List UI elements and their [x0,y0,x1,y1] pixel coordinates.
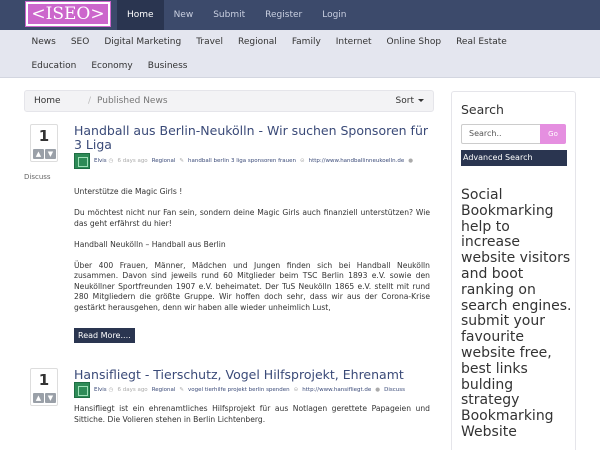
search-input[interactable]: Search.. [461,124,541,144]
category-news[interactable]: News [24,30,63,54]
post-category[interactable]: Regional [152,158,176,164]
category-family[interactable]: Family [284,30,328,54]
post-time: 6 days ago [117,387,148,393]
post-paragraph: Hansifliegt ist ein ehrenamtliches Hilfs… [74,404,430,424]
vote-buttons: ▲ ▼ [33,393,56,403]
discuss-link[interactable]: Discuss [24,173,51,181]
nav-register[interactable]: Register [255,0,312,30]
news-post: 1 ▲ ▼ Discuss Handball aus Berlin-Neuköl… [24,124,434,344]
tag-icon: ✎ [179,387,185,393]
category-travel[interactable]: Travel [189,30,231,54]
post-paragraph: Unterstütze die Magic Girls ! [74,187,183,196]
post-body: Hansifliegt ist ein ehrenamtliches Hilfs… [74,404,430,436]
post-paragraph: Handball Neukölln – Handball aus Berlin [74,239,226,249]
avatar[interactable] [74,382,90,398]
vote-buttons: ▲ ▼ [33,149,56,159]
category-economy[interactable]: Economy [84,54,140,78]
category-internet[interactable]: Internet [328,30,379,54]
link-icon: ⊝ [293,387,299,393]
breadcrumb-home[interactable]: Home [34,91,61,112]
post-paragraph: Du möchtest nicht nur Fan sein, sondern … [74,208,430,228]
top-nav: Home New Submit Register Login [117,0,357,30]
vote-count: 1 [38,371,50,389]
search-go-button[interactable]: Go [540,124,566,144]
tag-icon: ✎ [179,158,185,164]
post-link[interactable]: http://www.hansifliegt.de [302,387,371,393]
post-body: Unterstütze die Magic Girls ! Du möchtes… [74,187,430,324]
post-user[interactable]: Elvis [94,387,107,393]
post-category[interactable]: Regional [152,387,176,393]
nav-login[interactable]: Login [312,0,356,30]
sort-label: Sort [395,96,414,106]
news-post: 1 ▲ ▼ Hansifliegt - Tierschutz, Vogel Hi… [24,368,434,450]
post-time: 6 days ago [117,158,148,164]
link-icon: ⊝ [300,158,305,164]
category-online-shop[interactable]: Online Shop [379,30,449,54]
post-meta: Elvis ◷ 6 days ago Regional ✎ handball b… [74,153,415,169]
nav-new[interactable]: New [164,0,204,30]
read-more-button[interactable]: Read More.... [74,328,135,343]
post-title[interactable]: Handball aus Berlin-Neukölln - Wir suche… [74,124,434,152]
sidebar-blurb: Social Bookmarking help to increase webs… [461,187,572,440]
category-education[interactable]: Education [24,54,84,78]
avatar[interactable] [74,153,90,169]
site-logo[interactable]: <ISEO> [25,1,111,27]
thumbs-down-icon[interactable]: ▼ [45,393,56,403]
post-paragraph: Über 400 Frauen, Männer, Mädchen und Jun… [74,260,430,312]
sidebar: Search Search.. Go Advanced Search Socia… [451,91,576,450]
category-regional[interactable]: Regional [230,30,284,54]
comment-icon: ● [375,387,381,393]
thumbs-down-icon[interactable]: ▼ [45,149,56,159]
category-business[interactable]: Business [140,54,195,78]
post-link[interactable]: http://www.handballinneukoelln.de [309,158,405,164]
category-real-estate[interactable]: Real Estate [449,30,515,54]
vote-count: 1 [38,127,50,145]
post-user[interactable]: Elvis [94,158,107,164]
thumbs-up-icon[interactable]: ▲ [33,393,44,403]
sort-dropdown[interactable]: Sort [396,91,424,112]
comment-icon: ● [408,158,414,164]
post-tags[interactable]: handball berlin 3 liga sponsoren frauen [188,158,296,164]
nav-home[interactable]: Home [117,0,164,30]
sidebar-title: Search [461,102,504,117]
category-bar: News SEO Digital Marketing Travel Region… [0,30,600,78]
logo-text: <ISEO> [31,4,105,24]
category-row-1: News SEO Digital Marketing Travel Region… [24,30,514,54]
caret-down-icon [418,99,424,102]
category-row-2: Education Economy Business [24,54,195,78]
clock-icon: ◷ [108,387,114,393]
clock-icon: ◷ [108,158,114,164]
post-tags[interactable]: vogel tierhilfe projekt berlin spenden [188,387,290,393]
category-seo[interactable]: SEO [63,30,96,54]
top-navbar: <ISEO> Home New Submit Register Login [0,0,600,30]
category-digital-marketing[interactable]: Digital Marketing [97,30,189,54]
post-meta: Elvis ◷ 6 days ago Regional ✎ vogel tier… [74,382,407,398]
breadcrumb: Home / Published News Sort [24,90,434,112]
advanced-search-link[interactable]: Advanced Search [461,150,567,166]
breadcrumb-current: Published News [97,96,168,106]
discuss-link[interactable]: Discuss [384,387,405,393]
nav-submit[interactable]: Submit [203,0,255,30]
vote-box: 1 ▲ ▼ [30,124,58,162]
thumbs-up-icon[interactable]: ▲ [33,149,44,159]
breadcrumb-separator: / [88,96,92,106]
vote-box: 1 ▲ ▼ [30,368,58,406]
post-title[interactable]: Hansifliegt - Tierschutz, Vogel Hilfspro… [74,368,434,382]
